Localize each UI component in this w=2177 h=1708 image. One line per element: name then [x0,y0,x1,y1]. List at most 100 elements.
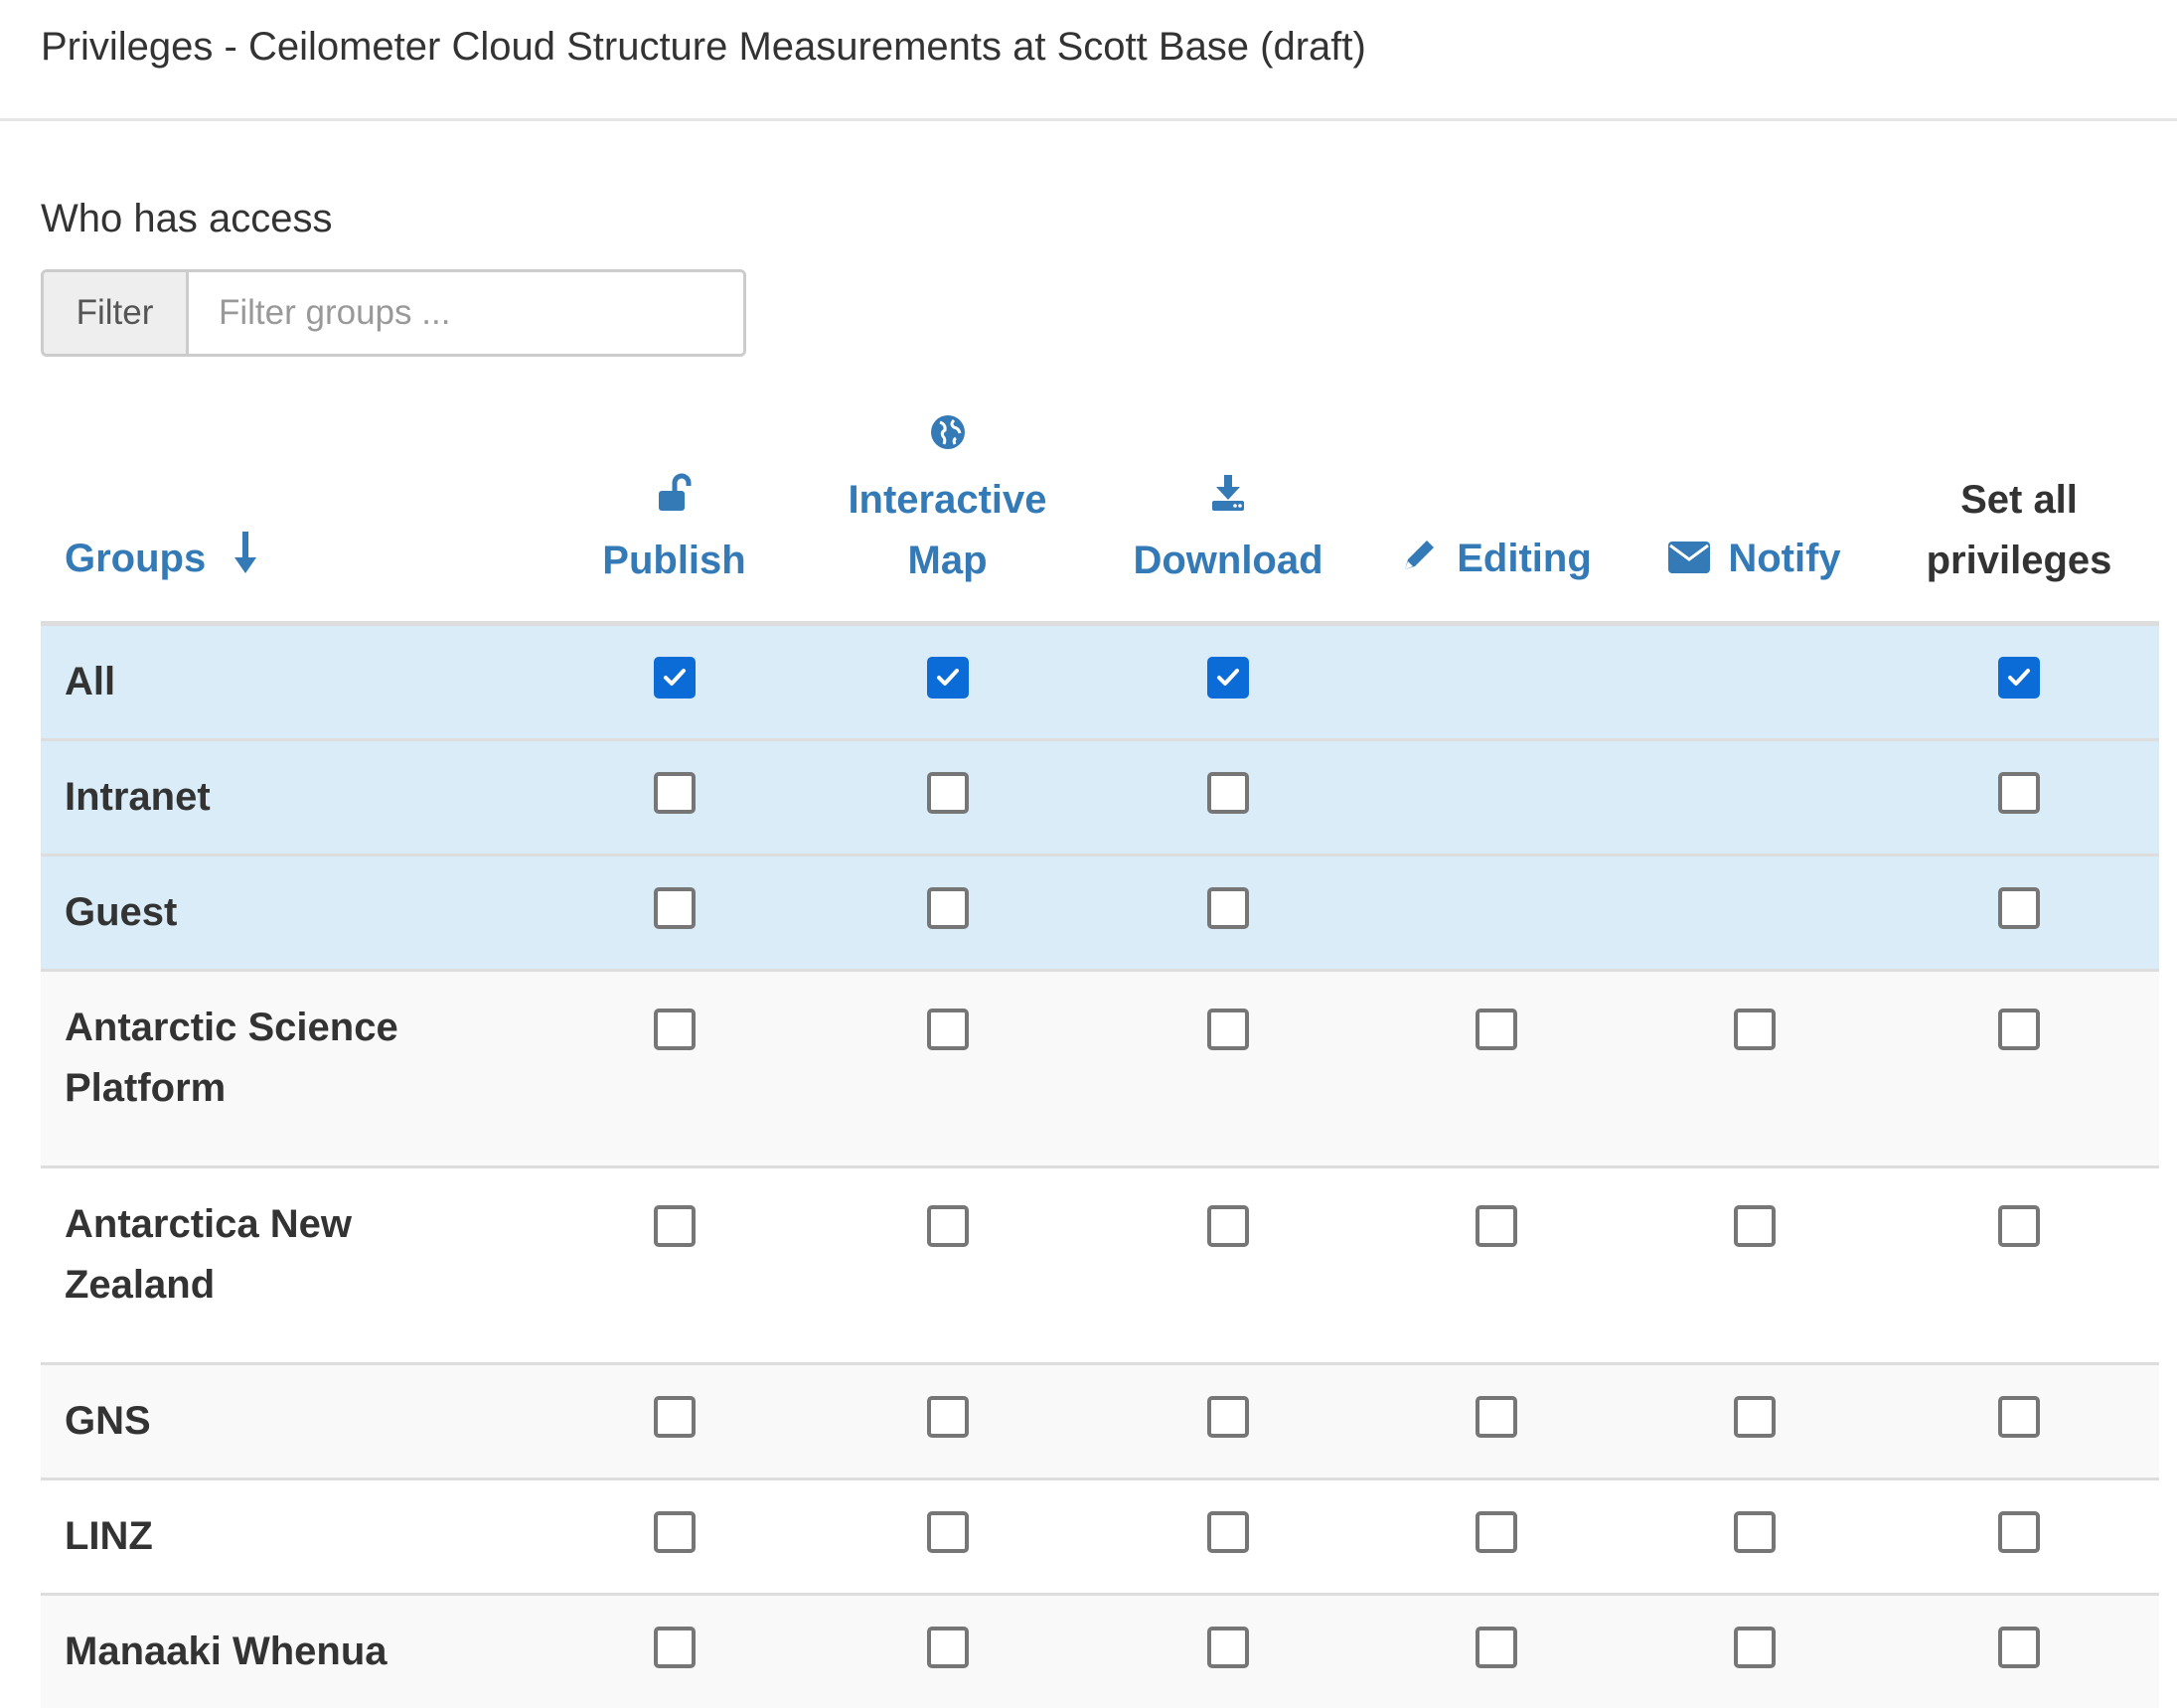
set-all-checkbox[interactable] [1998,1396,2040,1438]
map-checkbox[interactable] [927,887,969,929]
map-checkbox[interactable] [927,657,969,699]
notify-cell [1631,1479,1879,1595]
interactive-map-header-line1: Interactive [848,478,1046,522]
map-checkbox[interactable] [927,1511,969,1553]
map-cell [801,855,1094,971]
set-all-cell [1879,1595,2159,1708]
notify-checkbox[interactable] [1734,1511,1776,1553]
interactive-map-column-header[interactable]: Interactive Map [801,378,1094,624]
map-cell [801,1364,1094,1479]
groups-column-header[interactable]: Groups [41,378,547,624]
table-row: Manaaki Whenua [41,1595,2159,1708]
set-all-checkbox[interactable] [1998,1627,2040,1668]
notify-cell [1631,1364,1879,1479]
filter-groups-input[interactable] [189,272,743,354]
table-row: Intranet [41,740,2159,855]
set-all-checkbox[interactable] [1998,772,2040,814]
publish-checkbox[interactable] [654,772,696,814]
interactive-map-header-line2: Map [908,539,988,582]
map-cell [801,971,1094,1167]
notify-checkbox[interactable] [1734,1396,1776,1438]
group-name-line1: Antarctic Science [65,1006,398,1049]
publish-checkbox[interactable] [654,1396,696,1438]
download-cell [1094,1479,1362,1595]
group-name: GNS [65,1399,151,1443]
publish-cell [547,624,801,740]
notify-checkbox[interactable] [1734,1627,1776,1668]
download-cell [1094,1595,1362,1708]
group-name-cell: Antarctica NewZealand [41,1167,547,1364]
download-column-header[interactable]: Download [1094,378,1362,624]
publish-column-header[interactable]: Publish [547,378,801,624]
notify-checkbox[interactable] [1734,1009,1776,1050]
set-all-checkbox[interactable] [1998,1205,2040,1247]
map-checkbox[interactable] [927,1009,969,1050]
group-name-cell: Intranet [41,740,547,855]
table-row: Antarctic Science Platform [41,971,2159,1167]
editing-cell [1362,740,1631,855]
editing-cell [1362,1167,1631,1364]
publish-checkbox[interactable] [654,887,696,929]
set-all-column-header: Set all privileges [1879,378,2159,624]
editing-column-header[interactable]: Editing [1362,378,1631,624]
group-name-line2: Platform [65,1066,226,1110]
map-checkbox[interactable] [927,1627,969,1668]
download-cell [1094,740,1362,855]
editing-cell [1362,1479,1631,1595]
table-row: Guest [41,855,2159,971]
map-checkbox[interactable] [927,1205,969,1247]
set-all-cell [1879,624,2159,740]
publish-checkbox[interactable] [654,1511,696,1553]
editing-checkbox[interactable] [1476,1009,1517,1050]
editing-checkbox[interactable] [1476,1627,1517,1668]
set-all-checkbox[interactable] [1998,1511,2040,1553]
unlock-icon [547,470,801,531]
publish-checkbox[interactable] [654,1009,696,1050]
group-name-cell: Guest [41,855,547,971]
download-checkbox[interactable] [1207,1205,1249,1247]
publish-cell [547,855,801,971]
notify-checkbox[interactable] [1734,1205,1776,1247]
editing-header-label: Editing [1457,537,1592,580]
set-all-checkbox[interactable] [1998,1009,2040,1050]
page-title: Privileges - Ceilometer Cloud Structure … [41,25,1366,70]
download-checkbox[interactable] [1207,1009,1249,1050]
publish-checkbox[interactable] [654,1205,696,1247]
publish-checkbox[interactable] [654,1627,696,1668]
publish-cell [547,971,801,1167]
notify-cell [1631,740,1879,855]
filter-group: Filter [41,269,746,357]
editing-checkbox[interactable] [1476,1396,1517,1438]
group-name: All [65,660,115,703]
set-all-checkbox[interactable] [1998,887,2040,929]
publish-cell [547,1364,801,1479]
download-checkbox[interactable] [1207,657,1249,699]
table-row: Antarctica NewZealand [41,1167,2159,1364]
set-all-cell [1879,971,2159,1167]
notify-column-header[interactable]: Notify [1631,378,1879,624]
map-checkbox[interactable] [927,772,969,814]
set-all-cell [1879,740,2159,855]
editing-checkbox[interactable] [1476,1511,1517,1553]
map-checkbox[interactable] [927,1396,969,1438]
download-checkbox[interactable] [1207,772,1249,814]
map-cell [801,740,1094,855]
download-checkbox[interactable] [1207,887,1249,929]
publish-checkbox[interactable] [654,657,696,699]
set-all-header-line1: Set all [1960,478,2078,522]
download-checkbox[interactable] [1207,1627,1249,1668]
download-cell [1094,971,1362,1167]
map-cell [801,1479,1094,1595]
publish-header-label: Publish [602,539,745,582]
download-cell [1094,1364,1362,1479]
notify-cell [1631,971,1879,1167]
editing-checkbox[interactable] [1476,1205,1517,1247]
download-checkbox[interactable] [1207,1511,1249,1553]
set-all-checkbox[interactable] [1998,657,2040,699]
notify-cell [1631,855,1879,971]
group-name: LINZ [65,1514,153,1558]
notify-cell [1631,624,1879,740]
set-all-cell [1879,855,2159,971]
download-checkbox[interactable] [1207,1396,1249,1438]
download-header-label: Download [1133,539,1322,582]
